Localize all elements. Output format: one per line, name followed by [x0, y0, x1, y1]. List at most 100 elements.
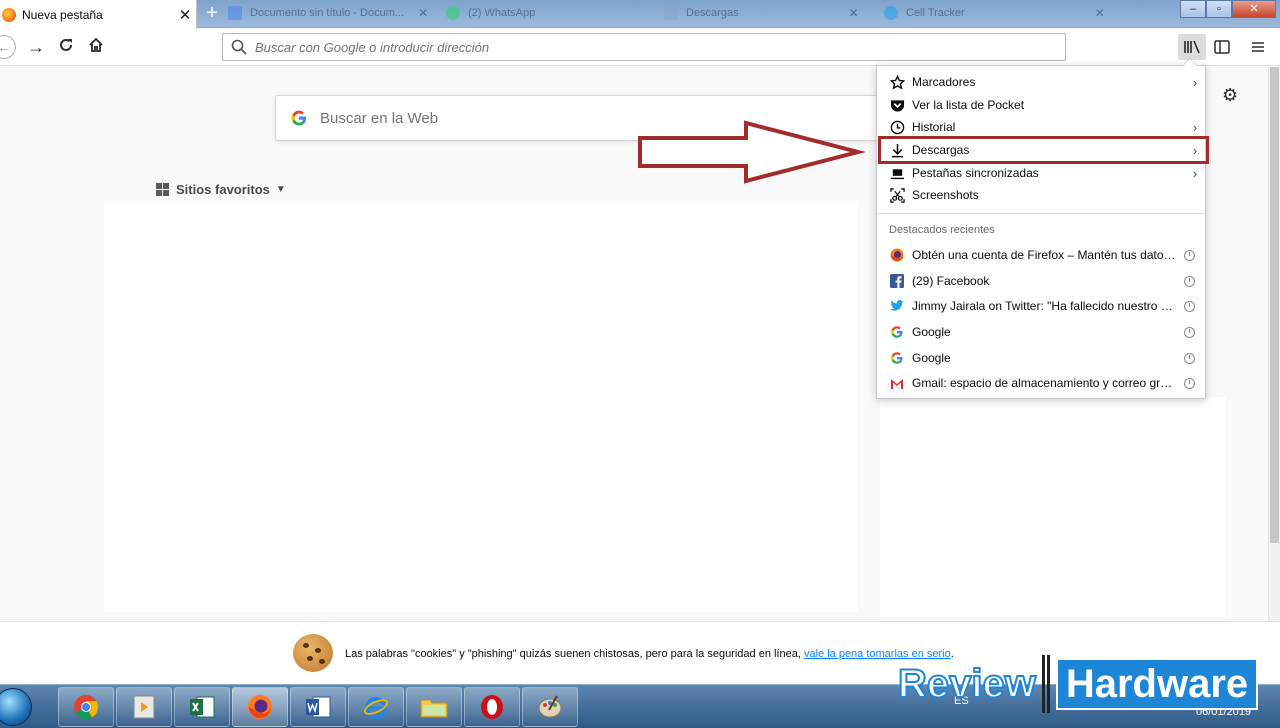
taskbar-chrome[interactable] — [58, 687, 114, 727]
maximize-button[interactable]: ▫ — [1206, 0, 1232, 18]
cookie-icon — [293, 634, 333, 672]
url-input[interactable] — [255, 39, 1035, 55]
download-icon — [664, 6, 678, 20]
clock-icon — [1184, 275, 1195, 287]
tab-background[interactable]: Descargas ✕ — [664, 4, 859, 22]
recent-item[interactable]: Google — [877, 346, 1205, 370]
menu-item-pestanas-sincronizadas[interactable]: Pestañas sincronizadas › — [877, 162, 1205, 184]
synced-tabs-icon — [889, 165, 905, 181]
forward-button[interactable]: → — [24, 36, 48, 58]
taskbar-media-player[interactable] — [116, 687, 172, 727]
recent-item[interactable]: (29) Facebook — [877, 269, 1205, 293]
scrollbar-thumb[interactable] — [1270, 67, 1279, 543]
google-icon — [291, 110, 306, 126]
minimize-button[interactable]: – — [1180, 0, 1206, 18]
docs-icon — [228, 6, 242, 20]
recent-highlights-header: Destacados recientes — [889, 224, 995, 236]
recent-item-label: Google — [912, 325, 951, 339]
taskbar-internet-explorer[interactable] — [348, 687, 404, 727]
opera-icon — [481, 695, 503, 719]
recent-item[interactable]: Obtén una cuenta de Firefox – Mantén tus… — [877, 243, 1205, 267]
reload-button[interactable] — [54, 36, 78, 58]
top-sites-label: Sitios favoritos — [176, 182, 270, 197]
taskbar-opera[interactable] — [464, 687, 520, 727]
highlight-annotation — [878, 136, 1209, 164]
hamburger-icon — [1252, 42, 1264, 52]
tip-message: Las palabras "cookies" y "phishing" quiz… — [345, 648, 804, 660]
tab-background[interactable]: (2) WhatsApp — [446, 4, 535, 22]
menu-item-label: Pestañas sincronizadas — [912, 166, 1039, 180]
tab-title: (2) WhatsApp — [468, 7, 536, 19]
recent-item-label: Google — [912, 351, 951, 365]
watermark-review: Review — [897, 661, 1037, 707]
recent-item[interactable]: Google — [877, 320, 1205, 344]
tab-title: Nueva pestaña — [22, 7, 103, 22]
pocket-icon — [889, 97, 905, 113]
media-player-icon — [133, 695, 155, 719]
taskbar-word[interactable] — [290, 687, 346, 727]
close-tab-icon[interactable]: ✕ — [418, 6, 428, 20]
paint-palette-icon — [538, 695, 562, 718]
clock-icon — [1184, 377, 1195, 389]
menu-item-screenshots[interactable]: Screenshots — [877, 184, 1205, 206]
recent-item-label: Gmail: espacio de almacenamiento y corre… — [912, 376, 1176, 390]
menu-item-label: Historial — [912, 120, 956, 134]
back-button[interactable]: ← — [0, 35, 16, 59]
recent-item-label: (29) Facebook — [912, 274, 990, 288]
taskbar-file-explorer[interactable] — [406, 687, 462, 727]
top-sites-panel — [104, 201, 858, 612]
tab-strip: Nueva pestaña ✕ + Documento sin título -… — [0, 0, 1280, 29]
grid-icon — [156, 183, 169, 196]
navigation-toolbar: ← → — [0, 29, 1280, 66]
facebook-icon — [889, 273, 905, 289]
annotation-arrow — [638, 120, 866, 184]
close-tab-icon[interactable]: ✕ — [174, 6, 196, 24]
menu-separator — [877, 213, 1205, 214]
tab-background[interactable]: Documento sin título - Docum... ✕ — [228, 4, 428, 22]
window-controls: – ▫ ✕ — [1180, 0, 1276, 18]
menu-pointer — [1182, 58, 1198, 66]
taskbar-excel[interactable] — [174, 687, 230, 727]
sidebar-icon — [1214, 40, 1230, 54]
start-button[interactable] — [0, 688, 32, 726]
clock-icon — [1184, 326, 1195, 338]
close-tab-icon[interactable]: ✕ — [1095, 6, 1105, 20]
menu-item-label: Marcadores — [912, 75, 976, 89]
recent-item[interactable]: Gmail: espacio de almacenamiento y corre… — [877, 371, 1205, 395]
top-sites-header[interactable]: Sitios favoritos ▼ — [156, 182, 286, 197]
library-icon — [1184, 40, 1200, 54]
gmail-icon — [889, 375, 905, 391]
watermark-hardware: Hardware — [1055, 658, 1259, 710]
new-tab-button[interactable]: + — [202, 2, 222, 24]
whatsapp-icon — [446, 6, 460, 20]
menu-item-historial[interactable]: Historial › — [877, 116, 1205, 138]
library-button[interactable] — [1178, 34, 1206, 60]
recent-item[interactable]: Jimmy Jairala on Twitter: "Ha fallecido … — [877, 294, 1205, 318]
firefox-icon — [247, 694, 273, 720]
url-bar[interactable] — [222, 33, 1066, 61]
menu-item-marcadores[interactable]: Marcadores › — [877, 71, 1205, 93]
internet-explorer-icon — [364, 697, 388, 719]
close-window-button[interactable]: ✕ — [1232, 0, 1276, 18]
taskbar-firefox[interactable] — [232, 687, 288, 727]
firefox-icon — [2, 7, 16, 22]
close-tab-icon[interactable]: ✕ — [849, 6, 859, 20]
home-button[interactable] — [84, 36, 108, 58]
hamburger-menu-button[interactable] — [1244, 34, 1272, 60]
tab-background[interactable]: Cell Tracker ✕ — [884, 4, 1105, 22]
tab-nueva-pestana[interactable]: Nueva pestaña ✕ — [0, 0, 197, 29]
sidebar-button[interactable] — [1208, 34, 1236, 60]
taskbar-paint[interactable] — [522, 687, 578, 727]
scrollbar[interactable] — [1268, 67, 1280, 621]
firefox-icon — [889, 247, 905, 263]
menu-item-label: Ver la lista de Pocket — [912, 98, 1025, 112]
gear-icon[interactable]: ⚙ — [1222, 85, 1238, 106]
clock-icon — [1184, 352, 1195, 364]
review-hardware-watermark: Review Hardware — [897, 655, 1259, 713]
side-panel — [880, 397, 1226, 617]
history-clock-icon — [889, 119, 905, 135]
clock-icon — [1184, 300, 1195, 312]
menu-item-pocket[interactable]: Ver la lista de Pocket — [877, 94, 1205, 116]
twitter-icon — [884, 6, 898, 20]
recent-item-label: Obtén una cuenta de Firefox – Mantén tus… — [912, 248, 1176, 262]
